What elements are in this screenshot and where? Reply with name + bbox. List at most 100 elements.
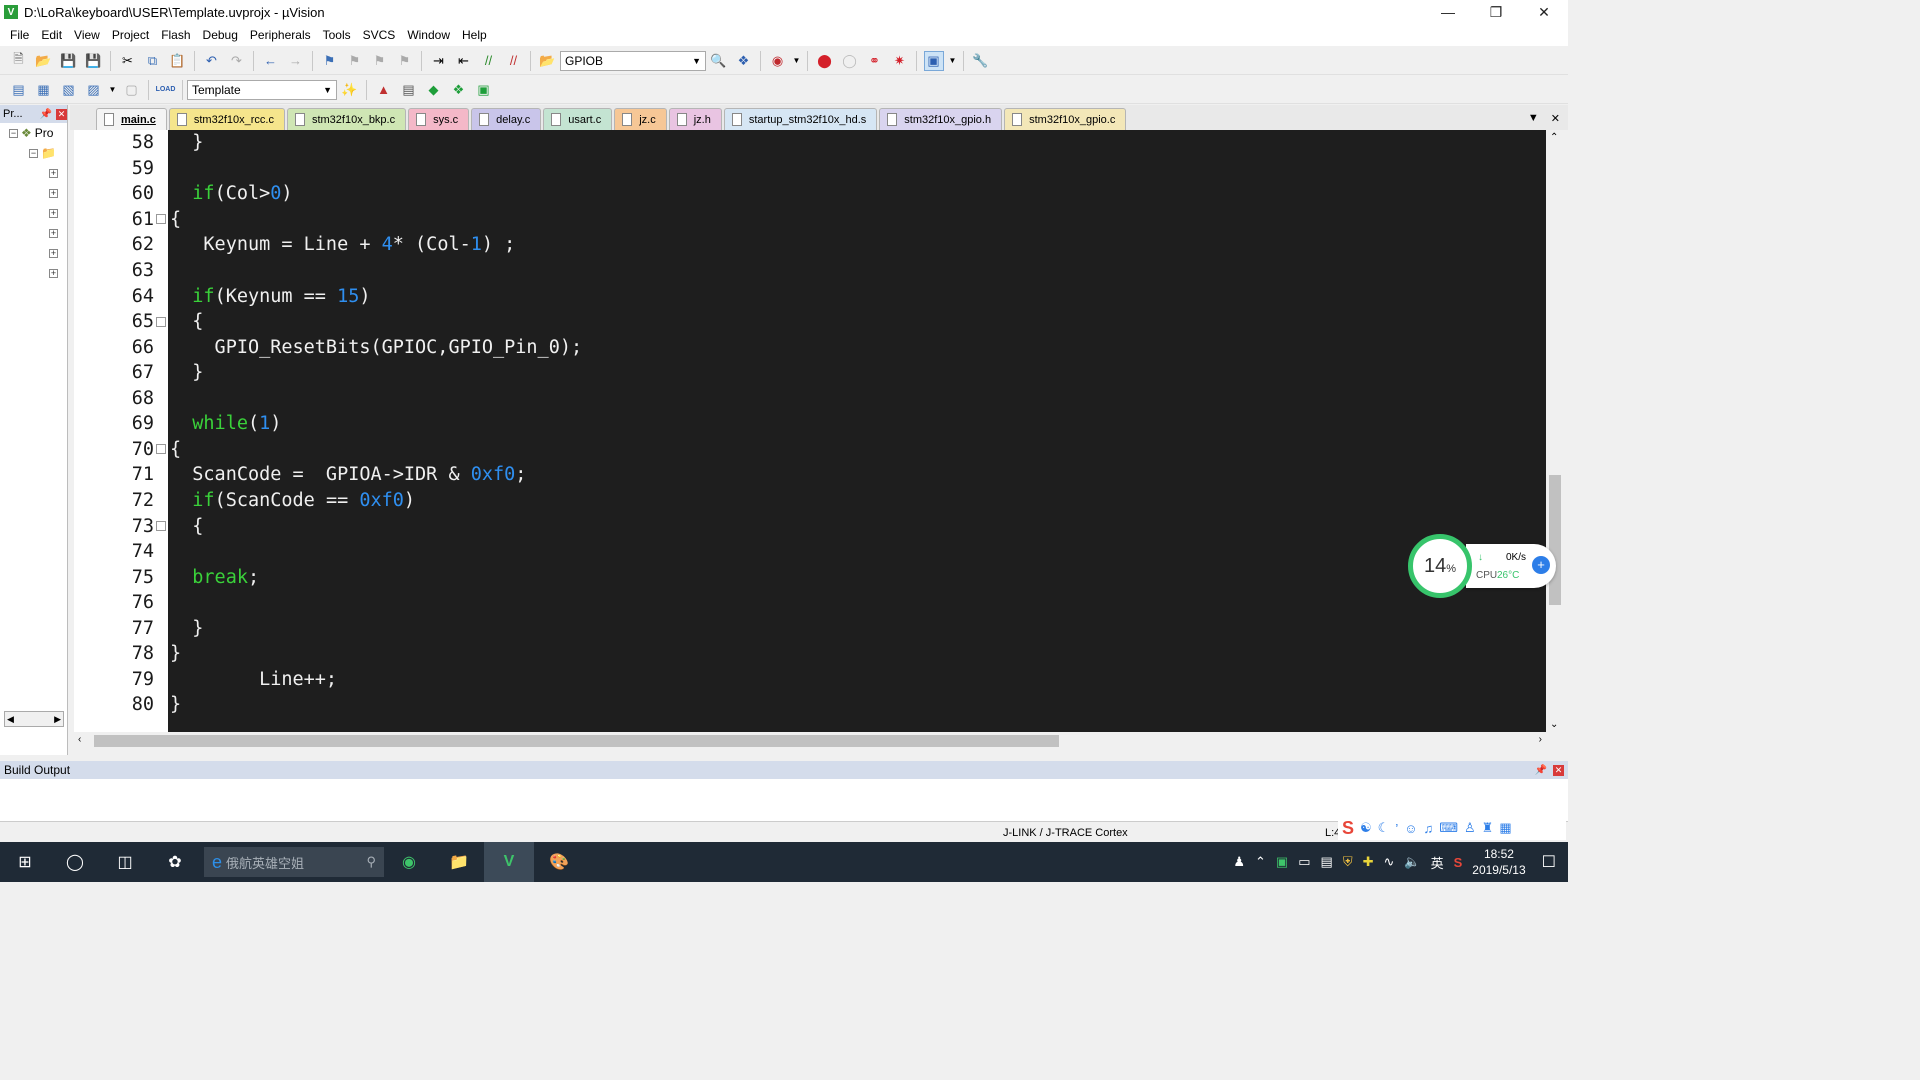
ime-skin-icon[interactable]: ♜	[1482, 820, 1494, 836]
chevron-down-icon[interactable]: ▼	[949, 51, 957, 71]
cpu-monitor-widget[interactable]: ↓ 0K/s CPU 26°C + 14%	[1408, 534, 1556, 598]
tab-main-c[interactable]: main.c	[96, 108, 167, 130]
ime-punctuation-icon[interactable]: ’	[1395, 821, 1398, 836]
code-line[interactable]: 64 if(Keynum == 15)	[74, 283, 1546, 309]
navigate-forward-icon[interactable]: →	[286, 51, 306, 71]
uvision-taskbar-icon[interactable]: V	[484, 842, 534, 882]
pinwheel-app-icon[interactable]: ✿	[150, 842, 200, 882]
fold-toggle-icon[interactable]	[156, 521, 166, 531]
tree-group[interactable]: +	[0, 263, 67, 283]
chevron-down-icon[interactable]: ▼	[793, 51, 801, 71]
expand-icon[interactable]: +	[49, 168, 58, 178]
collapse-icon[interactable]: −	[9, 128, 18, 138]
enable-breakpoint-icon[interactable]: ◯	[840, 51, 860, 71]
pin-icon[interactable]: 📌	[1535, 765, 1547, 776]
tab-sys-c[interactable]: sys.c	[408, 108, 470, 130]
code-line[interactable]: 80}	[74, 692, 1546, 718]
code-line[interactable]: 72 if(ScanCode == 0xf0)	[74, 488, 1546, 514]
add-icon[interactable]: +	[1532, 556, 1550, 574]
tree-group[interactable]: +	[0, 223, 67, 243]
new-file-icon[interactable]: 🗎	[9, 51, 29, 71]
menu-help[interactable]: Help	[456, 28, 493, 42]
people-icon[interactable]: ♟	[1233, 854, 1245, 870]
ime-user-icon[interactable]: ♙	[1464, 820, 1476, 836]
close-button[interactable]: ✕	[1520, 0, 1568, 24]
code-line[interactable]: 68	[74, 386, 1546, 412]
tab-stm32f10x-bkp-c[interactable]: stm32f10x_bkp.c	[286, 108, 407, 130]
tree-group[interactable]: +	[0, 203, 67, 223]
code-line[interactable]: 69 while(1)	[74, 411, 1546, 437]
scroll-left-icon[interactable]: ‹	[78, 734, 81, 745]
ime-emoji-icon[interactable]: ☺	[1404, 821, 1417, 836]
scroll-thumb[interactable]	[94, 735, 1059, 747]
code-line[interactable]: 67 }	[74, 360, 1546, 386]
tab-list-icon[interactable]: ▼	[1528, 112, 1539, 125]
clock[interactable]: 18:52 2019/5/13	[1472, 846, 1525, 878]
code-line[interactable]: 78}	[74, 641, 1546, 667]
paste-icon[interactable]: 📋	[168, 51, 188, 71]
ime-toolbar[interactable]: S ☯ ☾ ’ ☺ ♫ ⌨ ♙ ♜ ▦	[1338, 816, 1566, 840]
translate-icon[interactable]: ▤	[9, 80, 29, 100]
code-editor[interactable]: 58 } 59 60 if(Col>0) 61{62 Keynum = Line + …	[74, 130, 1546, 732]
menu-debug[interactable]: Debug	[197, 28, 244, 42]
code-line[interactable]: 60 if(Col>0)	[74, 181, 1546, 207]
tree-root[interactable]: − ❖ Pro	[0, 123, 67, 143]
wifi-icon[interactable]: ∿	[1383, 854, 1394, 870]
tray-expand-icon[interactable]: ⌃	[1255, 854, 1266, 870]
menu-project[interactable]: Project	[106, 28, 155, 42]
navigate-back-icon[interactable]: ←	[261, 51, 281, 71]
search-icon[interactable]: ⚲	[366, 854, 376, 870]
save-all-icon[interactable]: 💾	[84, 51, 104, 71]
manage-components-icon[interactable]: ▲	[374, 80, 394, 100]
fold-toggle-icon[interactable]	[156, 316, 166, 327]
ime-language-icon[interactable]: ☯	[1360, 820, 1372, 836]
windows-start-icon[interactable]: ⊞	[0, 842, 50, 882]
redo-icon[interactable]: ↷	[227, 51, 247, 71]
minimize-button[interactable]: —	[1424, 0, 1472, 24]
file-extensions-icon[interactable]: ▤	[399, 80, 419, 100]
scroll-down-icon[interactable]: ⌄	[1550, 719, 1558, 730]
expand-icon[interactable]: +	[49, 248, 58, 258]
menu-file[interactable]: File	[4, 28, 35, 42]
menu-window[interactable]: Window	[401, 28, 456, 42]
menu-edit[interactable]: Edit	[35, 28, 68, 42]
code-line[interactable]: 62 Keynum = Line + 4* (Col-1) ;	[74, 232, 1546, 258]
code-line[interactable]: 77 }	[74, 615, 1546, 641]
code-line[interactable]: 70 {	[74, 437, 1546, 463]
display-icon[interactable]: ▤	[1321, 854, 1333, 870]
prev-bookmark-icon[interactable]: ⚑	[345, 51, 365, 71]
battery-icon[interactable]: ▭	[1298, 854, 1310, 870]
build-icon[interactable]: ▦	[34, 80, 54, 100]
select-software-packs-icon[interactable]: ❖	[449, 80, 469, 100]
chevron-down-icon[interactable]: ▼	[109, 80, 117, 100]
ime-keyboard-icon[interactable]: ⌨	[1439, 820, 1458, 836]
ime-moon-icon[interactable]: ☾	[1378, 820, 1390, 836]
shield-icon[interactable]: ⛨	[1343, 854, 1353, 870]
download-icon[interactable]: LOAD	[156, 80, 176, 100]
find-combo[interactable]: GPIOB ▼	[560, 50, 706, 71]
unindent-icon[interactable]: ⇤	[454, 51, 474, 71]
file-explorer-icon[interactable]: 📁	[434, 842, 484, 882]
menu-tools[interactable]: Tools	[317, 28, 357, 42]
pin-icon[interactable]: 📌	[40, 109, 52, 120]
tray-app-icon[interactable]: ▣	[1276, 854, 1288, 870]
undo-icon[interactable]: ↶	[202, 51, 222, 71]
tab-jz-h[interactable]: jz.h	[668, 108, 722, 130]
tree-group[interactable]: +	[0, 183, 67, 203]
expand-icon[interactable]: +	[49, 228, 58, 238]
code-line[interactable]: 65 {	[74, 309, 1546, 335]
scroll-right-icon[interactable]: ▶	[54, 714, 61, 725]
code-line[interactable]: 63	[74, 258, 1546, 284]
volume-icon[interactable]: 🔈	[1404, 854, 1420, 870]
save-icon[interactable]: 💾	[59, 51, 79, 71]
expand-icon[interactable]: +	[49, 188, 58, 198]
build-output-panel[interactable]	[0, 779, 1568, 822]
target-combo[interactable]: Template ▼	[187, 79, 337, 100]
code-line[interactable]: 59	[74, 156, 1546, 182]
find-icon[interactable]: 🔍	[709, 51, 729, 71]
scroll-left-icon[interactable]: ◀	[7, 714, 14, 725]
next-bookmark-icon[interactable]: ⚑	[370, 51, 390, 71]
code-line[interactable]: 61 {	[74, 207, 1546, 233]
tab-delay-c[interactable]: delay.c	[471, 108, 542, 130]
ime-menu-icon[interactable]: ▦	[1499, 820, 1511, 836]
